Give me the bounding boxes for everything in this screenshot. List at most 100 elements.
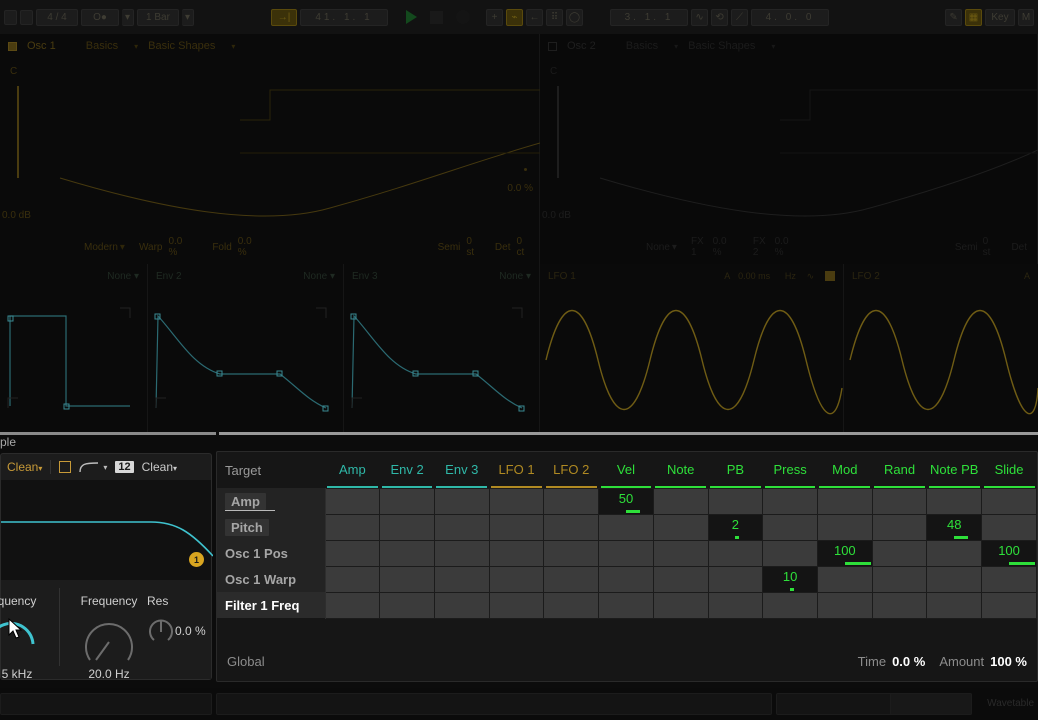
- matrix-cell-empty[interactable]: [871, 565, 928, 593]
- matrix-column-header[interactable]: Env 3: [434, 452, 489, 488]
- matrix-column-header[interactable]: Note: [653, 452, 708, 488]
- status-slot-device-inner[interactable]: [890, 693, 972, 715]
- matrix-cell-empty[interactable]: [488, 487, 545, 515]
- loop-start-field[interactable]: 3. 1. 1: [610, 8, 688, 26]
- matrix-row-label[interactable]: Pitch: [217, 514, 326, 540]
- res-knob-value[interactable]: 0.0 %: [175, 624, 206, 638]
- matrix-cell-empty[interactable]: [488, 539, 545, 567]
- matrix-cell-empty[interactable]: [543, 513, 600, 541]
- osc2-effect-mode[interactable]: None: [646, 242, 670, 253]
- matrix-cell-empty[interactable]: [433, 591, 490, 619]
- matrix-cell-empty[interactable]: [324, 565, 381, 593]
- midi-keyboard-icon[interactable]: ▦: [965, 8, 982, 26]
- env1-graph[interactable]: [0, 288, 148, 432]
- matrix-row-label[interactable]: Filter 1 Freq: [217, 592, 326, 618]
- loop-toggle-icon[interactable]: ⟲: [711, 8, 728, 26]
- matrix-cell-empty[interactable]: [816, 513, 873, 541]
- status-slot-left[interactable]: [0, 693, 212, 715]
- matrix-cell-empty[interactable]: [981, 591, 1037, 619]
- fade-icon[interactable]: ∿: [691, 8, 708, 26]
- matrix-cell-empty[interactable]: [598, 565, 654, 593]
- matrix-cell-empty[interactable]: [324, 591, 381, 619]
- launch-quantization-field[interactable]: 1 Bar: [137, 8, 179, 26]
- automation-mode-icon[interactable]: ⌁: [506, 8, 523, 26]
- draw-mode-icon[interactable]: ✎: [945, 8, 962, 26]
- browser-resize-handle[interactable]: [0, 432, 216, 435]
- record-icon[interactable]: [456, 10, 470, 24]
- matrix-cell-empty[interactable]: [598, 591, 654, 619]
- matrix-cell-empty[interactable]: [871, 539, 928, 567]
- matrix-cell-empty[interactable]: [762, 487, 818, 515]
- lfo2-graph[interactable]: [844, 288, 1038, 432]
- osc2-wavetable-display[interactable]: C 0.0 dB: [540, 58, 1038, 226]
- matrix-row-label[interactable]: Osc 1 Warp: [217, 566, 326, 592]
- matrix-cell-empty[interactable]: [379, 591, 435, 619]
- matrix-time-value[interactable]: 0.0 %: [892, 654, 925, 669]
- osc1-semi-value[interactable]: 0 st: [466, 236, 479, 258]
- plus-icon[interactable]: +: [486, 8, 503, 26]
- lfo1-graph[interactable]: [540, 288, 844, 432]
- matrix-column-header[interactable]: Rand: [872, 452, 927, 488]
- matrix-column-header[interactable]: PB: [708, 452, 763, 488]
- env2-graph[interactable]: [148, 288, 344, 432]
- matrix-cell-empty[interactable]: [488, 565, 545, 593]
- matrix-cell-empty[interactable]: [652, 513, 709, 541]
- matrix-cell-empty[interactable]: [433, 487, 490, 515]
- osc2-fx2-value[interactable]: 0.0 %: [775, 236, 795, 258]
- filter-slope-value[interactable]: 12: [115, 461, 134, 473]
- groove-pool-icon[interactable]: [20, 9, 33, 25]
- matrix-cell-empty[interactable]: [926, 539, 983, 567]
- filter-type-dropdown[interactable]: Clean▾: [7, 460, 42, 474]
- matrix-cell-empty[interactable]: [816, 487, 873, 515]
- matrix-cell-filled[interactable]: 50: [598, 487, 654, 515]
- punch-icon[interactable]: ⟋: [731, 8, 748, 26]
- lfo-shape-icon[interactable]: ∿: [807, 271, 815, 281]
- matrix-cell-empty[interactable]: [324, 539, 381, 567]
- osc2-preset-dropdown[interactable]: Basic Shapes ▾: [688, 40, 775, 52]
- matrix-cell-empty[interactable]: [324, 513, 381, 541]
- matrix-cell-empty[interactable]: [379, 539, 435, 567]
- matrix-cell-empty[interactable]: [543, 487, 600, 515]
- matrix-cell-empty[interactable]: [707, 487, 764, 515]
- matrix-cell-empty[interactable]: [379, 565, 435, 593]
- osc2-category-dropdown[interactable]: Basics ▾: [626, 40, 678, 52]
- matrix-global-label[interactable]: Global: [227, 654, 265, 669]
- matrix-column-header[interactable]: Press: [763, 452, 818, 488]
- osc1-effect-chevron-icon[interactable]: ▾: [120, 242, 125, 253]
- lfo1-rate-unit[interactable]: Hz: [785, 271, 796, 281]
- matrix-cell-filled[interactable]: 100: [981, 539, 1037, 567]
- play-icon[interactable]: [406, 10, 417, 24]
- matrix-column-header[interactable]: Amp: [325, 452, 380, 488]
- matrix-cell-empty[interactable]: [598, 513, 654, 541]
- status-slot-mid[interactable]: [216, 693, 772, 715]
- matrix-cell-empty[interactable]: [981, 565, 1037, 593]
- matrix-cell-filled[interactable]: 100: [816, 539, 873, 567]
- matrix-cell-filled[interactable]: 48: [926, 513, 983, 541]
- key-map-button[interactable]: Key: [985, 8, 1015, 26]
- osc1-detune-value[interactable]: 0 ct: [516, 236, 529, 258]
- device-resize-handle[interactable]: [219, 432, 1038, 435]
- matrix-cell-empty[interactable]: [433, 513, 490, 541]
- matrix-column-header[interactable]: Slide: [982, 452, 1037, 488]
- matrix-column-header[interactable]: Vel: [599, 452, 654, 488]
- matrix-cell-empty[interactable]: [433, 565, 490, 593]
- matrix-cell-empty[interactable]: [324, 487, 381, 515]
- filter-mode-dropdown[interactable]: Clean▾: [142, 460, 177, 474]
- matrix-cell-empty[interactable]: [652, 591, 709, 619]
- osc2-effect-chevron-icon[interactable]: ▾: [672, 242, 677, 253]
- matrix-cell-empty[interactable]: [379, 487, 435, 515]
- osc1-fold-value[interactable]: 0.0 %: [238, 236, 258, 258]
- osc1-pan-handle[interactable]: [524, 168, 527, 171]
- launch-quantization-chevron-icon[interactable]: ▾: [182, 8, 194, 26]
- loop-length-field[interactable]: 4. 0. 0: [751, 8, 829, 26]
- matrix-cell-empty[interactable]: [762, 539, 818, 567]
- matrix-row-label[interactable]: Osc 1 Pos: [217, 540, 326, 566]
- osc2-semi-value[interactable]: 0 st: [983, 236, 996, 258]
- osc2-power-switch[interactable]: [548, 41, 557, 51]
- matrix-cell-empty[interactable]: [926, 591, 983, 619]
- quantization-selector[interactable]: O●: [81, 8, 119, 26]
- stop-icon[interactable]: [430, 10, 443, 24]
- matrix-cell-empty[interactable]: [981, 513, 1037, 541]
- matrix-cell-empty[interactable]: [926, 487, 983, 515]
- freq1-knob-value[interactable]: 5 kHz: [0, 667, 55, 681]
